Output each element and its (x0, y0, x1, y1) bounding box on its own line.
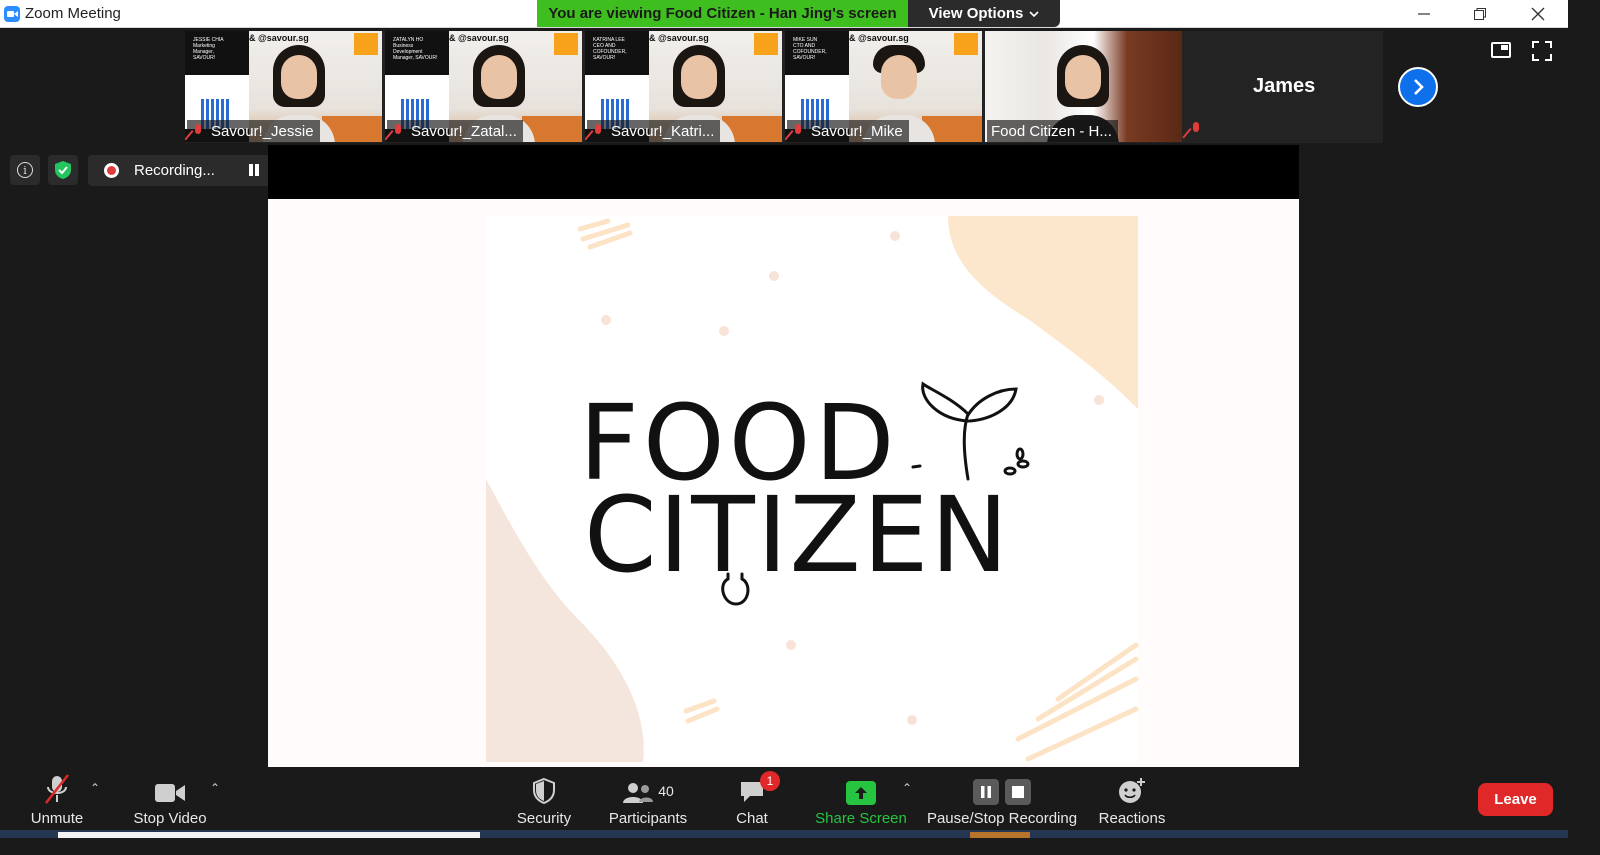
participant-name-bar: Food Citizen - H... (987, 120, 1118, 142)
participant-name: Food Citizen - H... (991, 122, 1112, 140)
chevron-right-icon (1414, 79, 1424, 95)
participant-tile[interactable]: KATRINA LEE CEO AND COFOUNDER, SAVOUR! &… (585, 31, 782, 142)
fullscreen-icon[interactable] (1532, 41, 1552, 61)
participant-name: James (1253, 75, 1316, 97)
viewing-screen-banner: You are viewing Food Citizen - Han Jing'… (537, 0, 908, 27)
pause-stop-recording-button[interactable]: Pause/Stop Recording (926, 767, 1078, 833)
participant-tile[interactable]: MIKE SUN CTO AND COFOUNDER, SAVOUR! & @s… (785, 31, 982, 142)
recording-indicator: Recording... (88, 155, 272, 186)
participant-tile[interactable]: ZATALYN HO Business Development Manager,… (385, 31, 582, 142)
shield-check-icon (55, 161, 71, 179)
os-taskbar (0, 830, 1568, 838)
instagram-tag: & @savour.sg (849, 33, 909, 43)
participant-tile[interactable]: JESSIE CHIA Marketing Manager, SAVOUR! &… (185, 31, 382, 142)
chevron-down-icon (1029, 10, 1039, 17)
card-text: KATRINA LEE CEO AND COFOUNDER, SAVOUR! (593, 37, 627, 61)
restore-button[interactable] (1452, 0, 1508, 28)
next-page-button[interactable] (1398, 67, 1438, 107)
close-button[interactable] (1510, 0, 1566, 28)
mic-muted-icon (585, 123, 605, 141)
participant-name: Savour!_Mike (811, 122, 903, 140)
mic-muted-icon (1182, 121, 1203, 139)
mic-muted-icon (185, 123, 205, 141)
participant-name: Savour!_Zatal... (411, 122, 517, 140)
card-text: ZATALYN HO Business Development Manager,… (393, 37, 438, 61)
encryption-status-button[interactable] (48, 155, 78, 185)
recording-label: Recording... (134, 162, 215, 179)
pause-recording-icon[interactable] (248, 164, 260, 176)
minimize-icon (1418, 13, 1430, 15)
view-options-button[interactable]: View Options (908, 0, 1060, 27)
security-button[interactable]: Security (512, 767, 576, 833)
meeting-toolbar: Unmute ⌃ Stop Video ⌃ Security 40 Partic… (0, 767, 1568, 838)
minimize-button[interactable] (1396, 0, 1452, 28)
participants-label: Participants (608, 810, 688, 827)
card-text: MIKE SUN CTO AND COFOUNDER, SAVOUR! (793, 37, 827, 61)
reactions-label: Reactions (1098, 810, 1166, 827)
video-options-caret-icon[interactable]: ⌃ (210, 781, 220, 795)
participant-tile-no-video[interactable]: James (1182, 31, 1383, 142)
unmute-label: Unmute (30, 810, 84, 827)
mic-muted-icon (385, 123, 405, 141)
shield-icon (533, 777, 555, 805)
instagram-tag: & @savour.sg (249, 33, 309, 43)
gallery-layout-icon[interactable] (1491, 42, 1511, 58)
share-screen-icon (846, 781, 876, 805)
savour-logo-icon (954, 33, 978, 55)
participant-name-bar: Savour!_Mike (785, 120, 909, 142)
taskbar-search[interactable] (58, 832, 480, 838)
video-camera-icon (155, 784, 185, 802)
zoom-meeting-window: Zoom Meeting You are viewing Food Citize… (0, 0, 1568, 838)
meeting-info-button[interactable]: i (10, 155, 40, 185)
participants-count: 40 (658, 783, 674, 799)
microphone-muted-icon (45, 774, 69, 804)
viewing-banner-text: You are viewing Food Citizen - Han Jing'… (548, 5, 897, 22)
participant-name: Savour!_Jessie (211, 122, 314, 140)
chat-button[interactable]: 1 Chat (733, 767, 780, 833)
close-icon (1531, 7, 1545, 21)
participant-name-bar: Savour!_Jessie (185, 120, 320, 142)
share-screen-label: Share Screen (815, 810, 907, 827)
stop-video-label: Stop Video (133, 810, 207, 827)
stop-icon (1005, 779, 1031, 805)
chat-unread-badge: 1 (760, 771, 780, 791)
savour-logo-icon (354, 33, 378, 55)
restore-icon (1474, 8, 1486, 20)
instagram-tag: & @savour.sg (449, 33, 509, 43)
zoom-logo-icon (4, 6, 20, 22)
security-label: Security (516, 810, 572, 827)
info-icon: i (17, 162, 33, 178)
instagram-tag: & @savour.sg (649, 33, 709, 43)
stop-video-button[interactable]: Stop Video (128, 767, 212, 833)
card-text: JESSIE CHIA Marketing Manager, SAVOUR! (193, 37, 224, 61)
food-citizen-slide-art: FOOD CITIZEN (486, 216, 1139, 762)
participant-name: Savour!_Katri... (611, 122, 715, 140)
participant-thumbnail-strip: JESSIE CHIA Marketing Manager, SAVOUR! &… (185, 31, 1383, 143)
mic-muted-icon (785, 123, 805, 141)
share-screen-button[interactable]: Share Screen (814, 767, 908, 833)
pause-stop-recording-label: Pause/Stop Recording (926, 810, 1078, 827)
participant-name-bar: Savour!_Zatal... (385, 120, 523, 142)
taskbar-active-app[interactable] (970, 832, 1030, 838)
audio-options-caret-icon[interactable]: ⌃ (90, 781, 100, 795)
savour-logo-icon (754, 33, 778, 55)
participant-name-bar: Savour!_Katri... (585, 120, 721, 142)
reactions-button[interactable]: Reactions (1096, 767, 1168, 833)
shared-screen-slide: FOOD CITIZEN (268, 199, 1299, 767)
participant-tile-active[interactable]: Food Citizen - H... (985, 31, 1182, 142)
leave-meeting-button[interactable]: Leave (1478, 783, 1553, 816)
slide-logo-line2: CITIZEN (584, 474, 1010, 596)
chat-label: Chat (736, 810, 768, 827)
recording-dot-icon (104, 163, 119, 178)
participants-button[interactable]: 40 Participants (605, 767, 691, 833)
savour-logo-icon (554, 33, 578, 55)
people-icon (623, 783, 654, 803)
share-options-caret-icon[interactable]: ⌃ (902, 781, 912, 795)
pause-icon (973, 779, 999, 805)
unmute-button[interactable]: Unmute (22, 767, 92, 833)
view-options-label: View Options (928, 5, 1024, 22)
window-title: Zoom Meeting (25, 5, 121, 22)
shared-screen-top-bar (268, 145, 1299, 199)
reactions-smiley-icon (1119, 778, 1145, 803)
